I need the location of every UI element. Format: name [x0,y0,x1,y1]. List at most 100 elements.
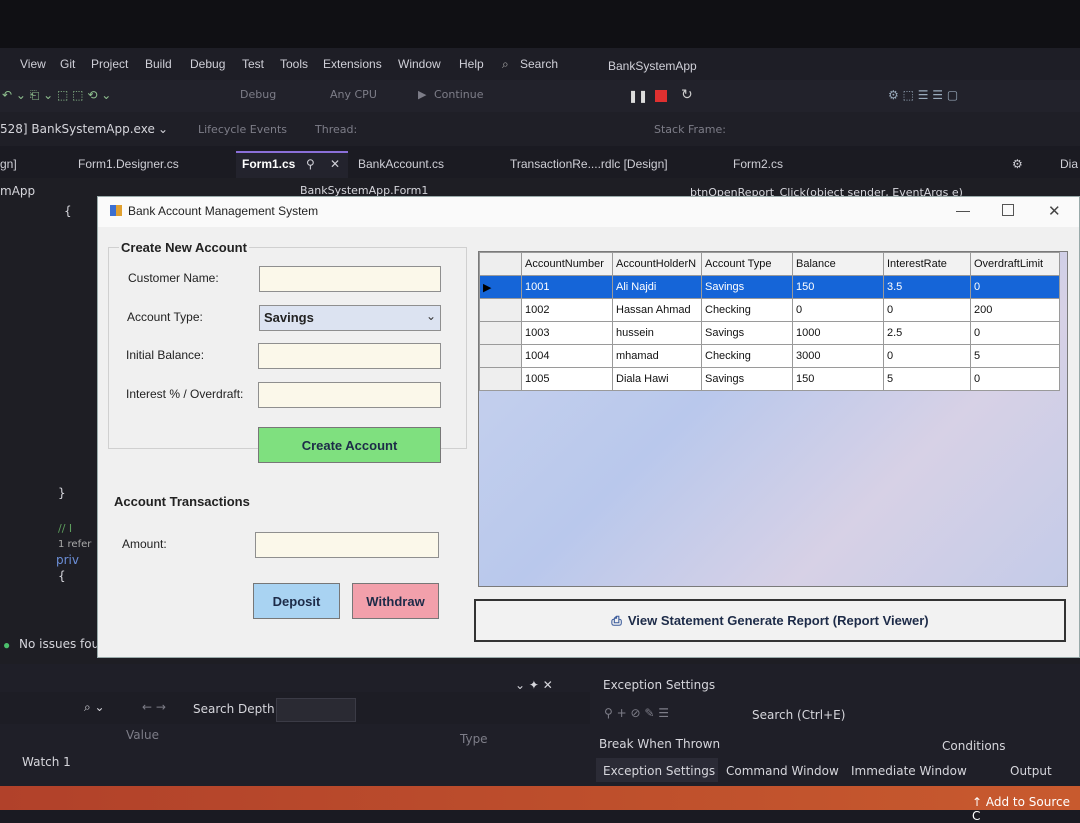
interest-overdraft-field[interactable] [258,382,441,408]
table-cell[interactable]: Checking [701,298,793,322]
initial-balance-field[interactable] [258,343,441,369]
table-cell[interactable]: 0 [883,298,971,322]
menu-window[interactable]: Window [398,57,441,71]
table-cell[interactable]: 0 [883,344,971,368]
table-row[interactable]: 1005 Diala Hawi Savings 150 5 0 [479,367,1060,391]
tab-form1-designer[interactable]: Form1.Designer.cs [78,157,179,171]
search-depth-select[interactable] [276,698,356,722]
row-header[interactable] [479,344,522,368]
minimize-button[interactable]: — [956,202,970,218]
accounts-grid[interactable]: AccountNumber AccountHolderN Account Typ… [478,251,1068,587]
table-cell[interactable]: 1004 [521,344,613,368]
menu-tools[interactable]: Tools [280,57,308,71]
table-cell[interactable]: 150 [792,275,884,299]
table-cell[interactable]: mhamad [612,344,702,368]
tab-command-window[interactable]: Command Window [726,764,839,778]
menu-help[interactable]: Help [459,57,484,71]
platform-select[interactable]: Any CPU [330,88,377,101]
row-header[interactable] [479,367,522,391]
process-select[interactable]: 528] BankSystemApp.exe [0,122,155,136]
table-cell[interactable]: 1000 [792,321,884,345]
search-icon[interactable]: ⌕ [502,57,509,72]
nav-arrows-icon[interactable]: ← → [142,700,166,714]
menu-search[interactable]: Search [520,57,558,71]
menu-test[interactable]: Test [242,57,264,71]
menu-project[interactable]: Project [91,57,128,71]
tab-form2[interactable]: Form2.cs [733,157,783,171]
account-type-select[interactable]: Savings ⌄ [259,305,441,331]
issues-status[interactable]: No issues fou [19,637,99,651]
table-cell[interactable]: 1001 [521,275,613,299]
close-icon[interactable]: ✕ [330,157,340,171]
value-column-header[interactable]: Value [126,728,159,742]
tab-form1[interactable]: Form1.cs [242,157,295,171]
table-row[interactable]: 1004 mhamad Checking 3000 0 5 [479,344,1060,368]
tab-exception-settings[interactable]: Exception Settings [603,764,715,778]
tab-output[interactable]: Output [1010,764,1052,778]
table-cell[interactable]: 1003 [521,321,613,345]
search-icon[interactable]: ⌕ ⌄ [84,700,105,715]
deposit-button[interactable]: Deposit [253,583,340,619]
chevron-down-icon[interactable]: ⌄ [426,309,436,323]
table-cell[interactable]: 5 [970,344,1060,368]
table-row[interactable]: 1003 hussein Savings 1000 2.5 0 [479,321,1060,345]
table-cell[interactable]: Ali Najdi [612,275,702,299]
restart-icon[interactable]: ↻ [681,86,693,103]
pause-icon[interactable]: ❚❚ [628,89,648,103]
table-cell[interactable]: Savings [701,275,793,299]
row-header[interactable] [479,298,522,322]
row-header[interactable] [479,321,522,345]
add-to-source-control[interactable]: ↑ Add to Source C [972,795,1080,823]
table-cell[interactable]: Hassan Ahmad [612,298,702,322]
column-header-balance[interactable]: Balance [792,252,884,276]
table-cell[interactable]: 1002 [521,298,613,322]
table-cell[interactable]: 3.5 [883,275,971,299]
column-header-overdraft-limit[interactable]: OverdraftLimit [970,252,1060,276]
window-close-button[interactable]: ✕ [1048,202,1061,220]
table-cell[interactable]: 0 [970,275,1060,299]
debug-config-select[interactable]: Debug [240,88,276,101]
column-header-account-number[interactable]: AccountNumber [521,252,613,276]
menu-debug[interactable]: Debug [190,57,225,71]
menu-extensions[interactable]: Extensions [323,57,382,71]
customer-name-field[interactable] [259,266,441,292]
code-refs[interactable]: 1 refer [58,539,91,550]
column-header-account-type[interactable]: Account Type [701,252,793,276]
watch-tab[interactable]: Watch 1 [22,755,71,769]
right-toolbar-icons[interactable]: ⚙ ⬚ ☰ ☰ ▢ [888,88,958,102]
table-cell[interactable]: 1005 [521,367,613,391]
table-cell[interactable]: hussein [612,321,702,345]
column-header-interest-rate[interactable]: InterestRate [883,252,971,276]
table-row[interactable]: ▶ 1001 Ali Najdi Savings 150 3.5 0 [479,275,1060,299]
table-cell[interactable]: Savings [701,367,793,391]
menu-build[interactable]: Build [145,57,172,71]
table-cell[interactable]: 3000 [792,344,884,368]
maximize-button[interactable] [1002,204,1014,216]
table-cell[interactable]: 150 [792,367,884,391]
stop-icon[interactable] [655,90,667,102]
exception-toolbar-icons[interactable]: ⚲ + ⊘ ✎ ☰ [604,706,669,720]
panel-controls-icons[interactable]: ⌄ ✦ ✕ [515,678,553,692]
table-cell[interactable]: Diala Hawi [612,367,702,391]
window-titlebar[interactable]: Bank Account Management System — ✕ [98,197,1079,227]
table-cell[interactable]: 200 [970,298,1060,322]
table-row[interactable]: 1002 Hassan Ahmad Checking 0 0 200 [479,298,1060,322]
table-cell[interactable]: Checking [701,344,793,368]
amount-field[interactable] [255,532,439,558]
chevron-down-icon[interactable]: ⌄ [158,122,168,136]
pin-icon[interactable]: ⚲ [306,157,315,171]
table-cell[interactable]: 2.5 [883,321,971,345]
continue-button[interactable]: Continue [434,88,483,101]
gear-icon[interactable]: ⚙ [1012,157,1023,171]
tab-immediate-window[interactable]: Immediate Window [851,764,967,778]
table-cell[interactable]: Savings [701,321,793,345]
column-header-account-holder[interactable]: AccountHolderN [612,252,702,276]
exception-search[interactable]: Search (Ctrl+E) [752,708,845,722]
tab-bankaccount[interactable]: BankAccount.cs [358,157,444,171]
create-account-button[interactable]: Create Account [258,427,441,463]
table-cell[interactable]: 0 [970,367,1060,391]
menu-git[interactable]: Git [60,57,75,71]
lifecycle-events[interactable]: Lifecycle Events [198,123,287,136]
table-cell[interactable]: 0 [970,321,1060,345]
menu-view[interactable]: View [20,57,46,71]
